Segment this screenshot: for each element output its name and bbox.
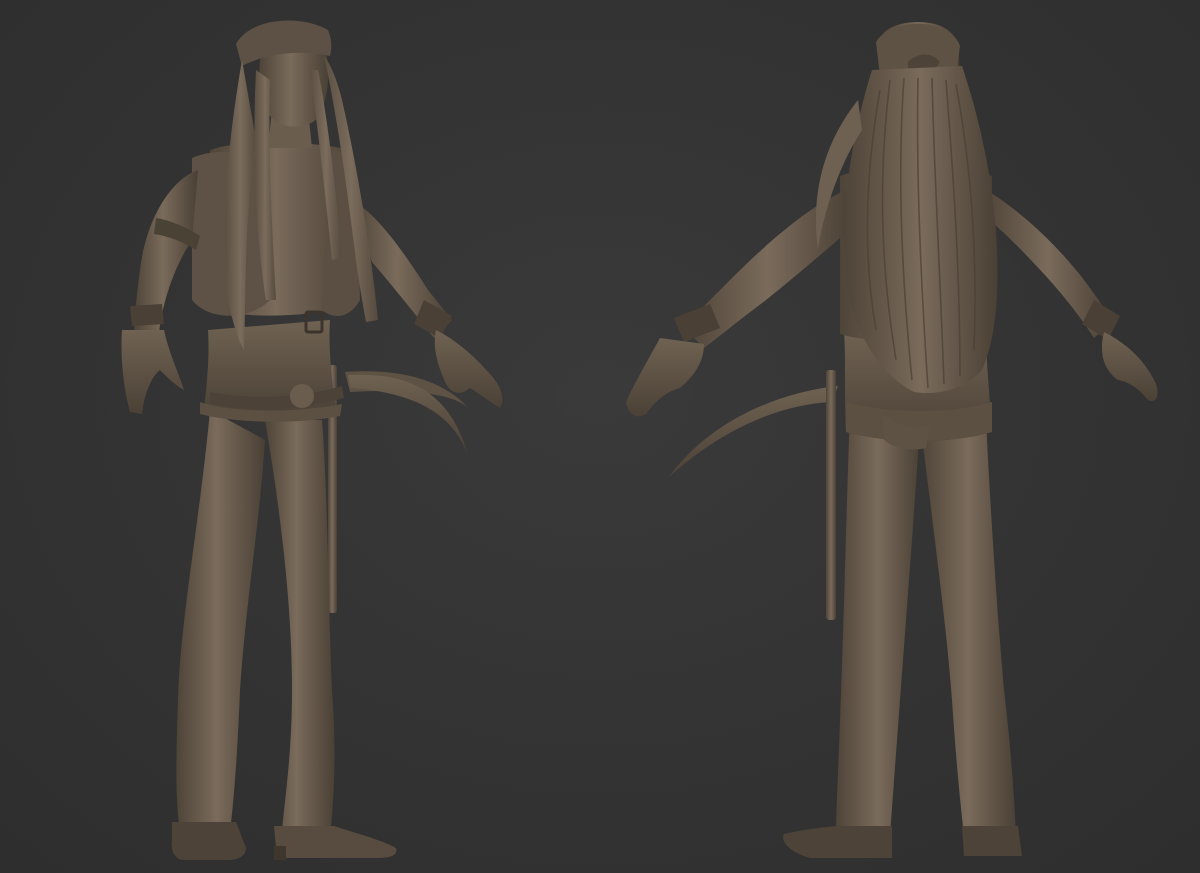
left-wrist-band <box>130 304 164 326</box>
left-hand <box>121 330 184 414</box>
left-hand <box>626 338 704 417</box>
left-boot <box>171 822 246 860</box>
left-leg <box>176 410 265 832</box>
right-hand <box>1101 332 1158 402</box>
sculpt-viewport <box>0 0 1200 873</box>
character-front-view <box>60 0 580 873</box>
belt-skull <box>290 384 314 408</box>
back-figure-render <box>626 21 1158 858</box>
left-boot <box>783 826 892 858</box>
left-leg <box>836 410 920 836</box>
right-leg <box>920 420 1016 836</box>
character-back-view <box>600 0 1180 873</box>
right-leg <box>265 420 335 838</box>
right-boot <box>274 826 397 858</box>
scythe-shaft <box>826 370 836 620</box>
scythe-blade <box>668 386 838 478</box>
front-figure-render <box>121 20 503 860</box>
right-boot <box>962 826 1022 856</box>
